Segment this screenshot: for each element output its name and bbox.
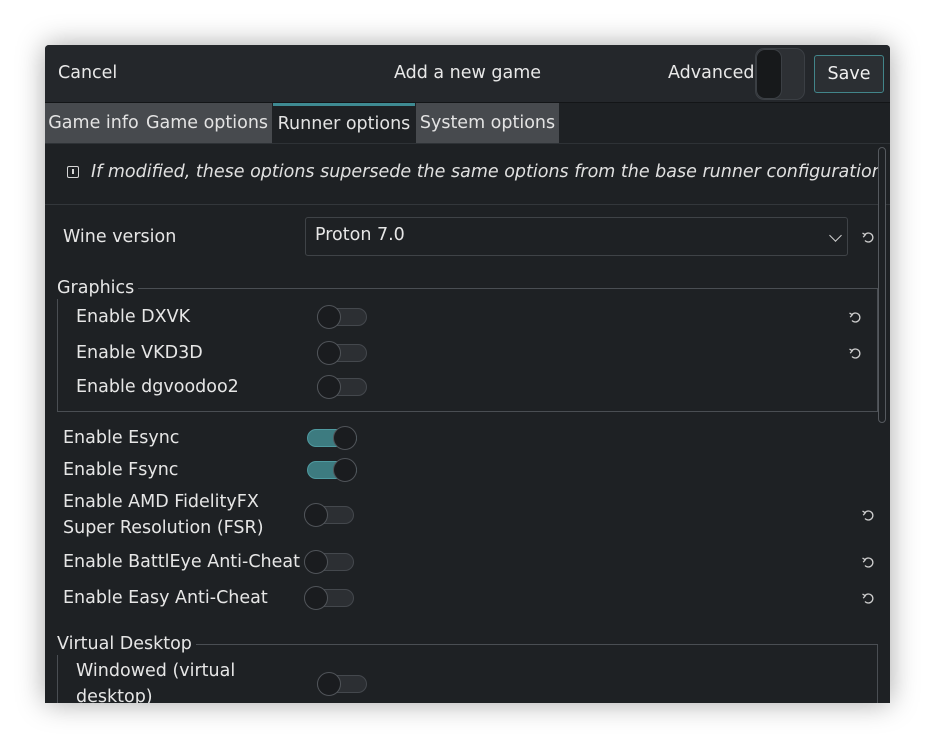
- header-bar: Cancel Add a new game Advanced Save: [45, 45, 890, 103]
- scrollbar[interactable]: [878, 147, 886, 423]
- wine-version-select[interactable]: Proton 7.0: [305, 217, 848, 256]
- reset-icon[interactable]: [861, 230, 875, 244]
- tab-runner-options[interactable]: Runner options: [273, 103, 415, 143]
- windowed-label-line2: desktop): [76, 687, 153, 703]
- dxvk-label: Enable DXVK: [76, 307, 191, 327]
- fsr-toggle[interactable]: [304, 503, 354, 527]
- graphics-group-title: Graphics: [57, 277, 139, 299]
- reset-icon[interactable]: [848, 310, 862, 324]
- vkd3d-label: Enable VKD3D: [76, 343, 203, 363]
- reset-icon[interactable]: [861, 555, 875, 569]
- esync-label: Enable Esync: [63, 428, 180, 448]
- save-button[interactable]: Save: [814, 55, 884, 93]
- tab-game-info[interactable]: Game info: [45, 103, 142, 143]
- tab-system-options[interactable]: System options: [416, 103, 559, 143]
- battleye-toggle[interactable]: [304, 550, 354, 574]
- windowed-toggle[interactable]: [317, 672, 367, 696]
- easy-anticheat-label: Enable Easy Anti-Cheat: [63, 588, 268, 608]
- advanced-toggle-knob: [756, 49, 782, 99]
- reset-icon[interactable]: [848, 346, 862, 360]
- battleye-label: Enable BattlEye Anti-Cheat: [63, 552, 300, 572]
- fsr-label-line2: Super Resolution (FSR): [63, 518, 264, 538]
- esync-toggle[interactable]: [307, 426, 357, 450]
- fsync-toggle[interactable]: [307, 458, 357, 482]
- notice-text: If modified, these options supersede the…: [91, 162, 889, 182]
- info-notice: If modified, these options supersede the…: [45, 144, 890, 205]
- dgvoodoo2-label: Enable dgvoodoo2: [76, 377, 239, 397]
- tab-bar: Game info Game options Runner options Sy…: [45, 103, 890, 144]
- wine-version-value: Proton 7.0: [315, 225, 405, 245]
- advanced-toggle[interactable]: [755, 48, 805, 100]
- dxvk-toggle[interactable]: [317, 305, 367, 329]
- dgvoodoo2-toggle[interactable]: [317, 375, 367, 399]
- tab-game-options[interactable]: Game options: [142, 103, 272, 143]
- wine-version-label: Wine version: [63, 227, 177, 247]
- fsync-label: Enable Fsync: [63, 460, 179, 480]
- windowed-label: Windowed (virtual: [76, 661, 236, 681]
- easy-anticheat-toggle[interactable]: [304, 586, 354, 610]
- virtual-desktop-group-title: Virtual Desktop: [57, 633, 196, 655]
- add-game-dialog: Cancel Add a new game Advanced Save Game…: [45, 45, 890, 703]
- vkd3d-toggle[interactable]: [317, 341, 367, 365]
- advanced-label: Advanced: [668, 63, 755, 83]
- reset-icon[interactable]: [861, 591, 875, 605]
- reset-icon[interactable]: [861, 508, 875, 522]
- chevron-down-icon: [829, 229, 842, 242]
- info-icon: [67, 166, 79, 178]
- fsr-label: Enable AMD FidelityFX: [63, 492, 259, 512]
